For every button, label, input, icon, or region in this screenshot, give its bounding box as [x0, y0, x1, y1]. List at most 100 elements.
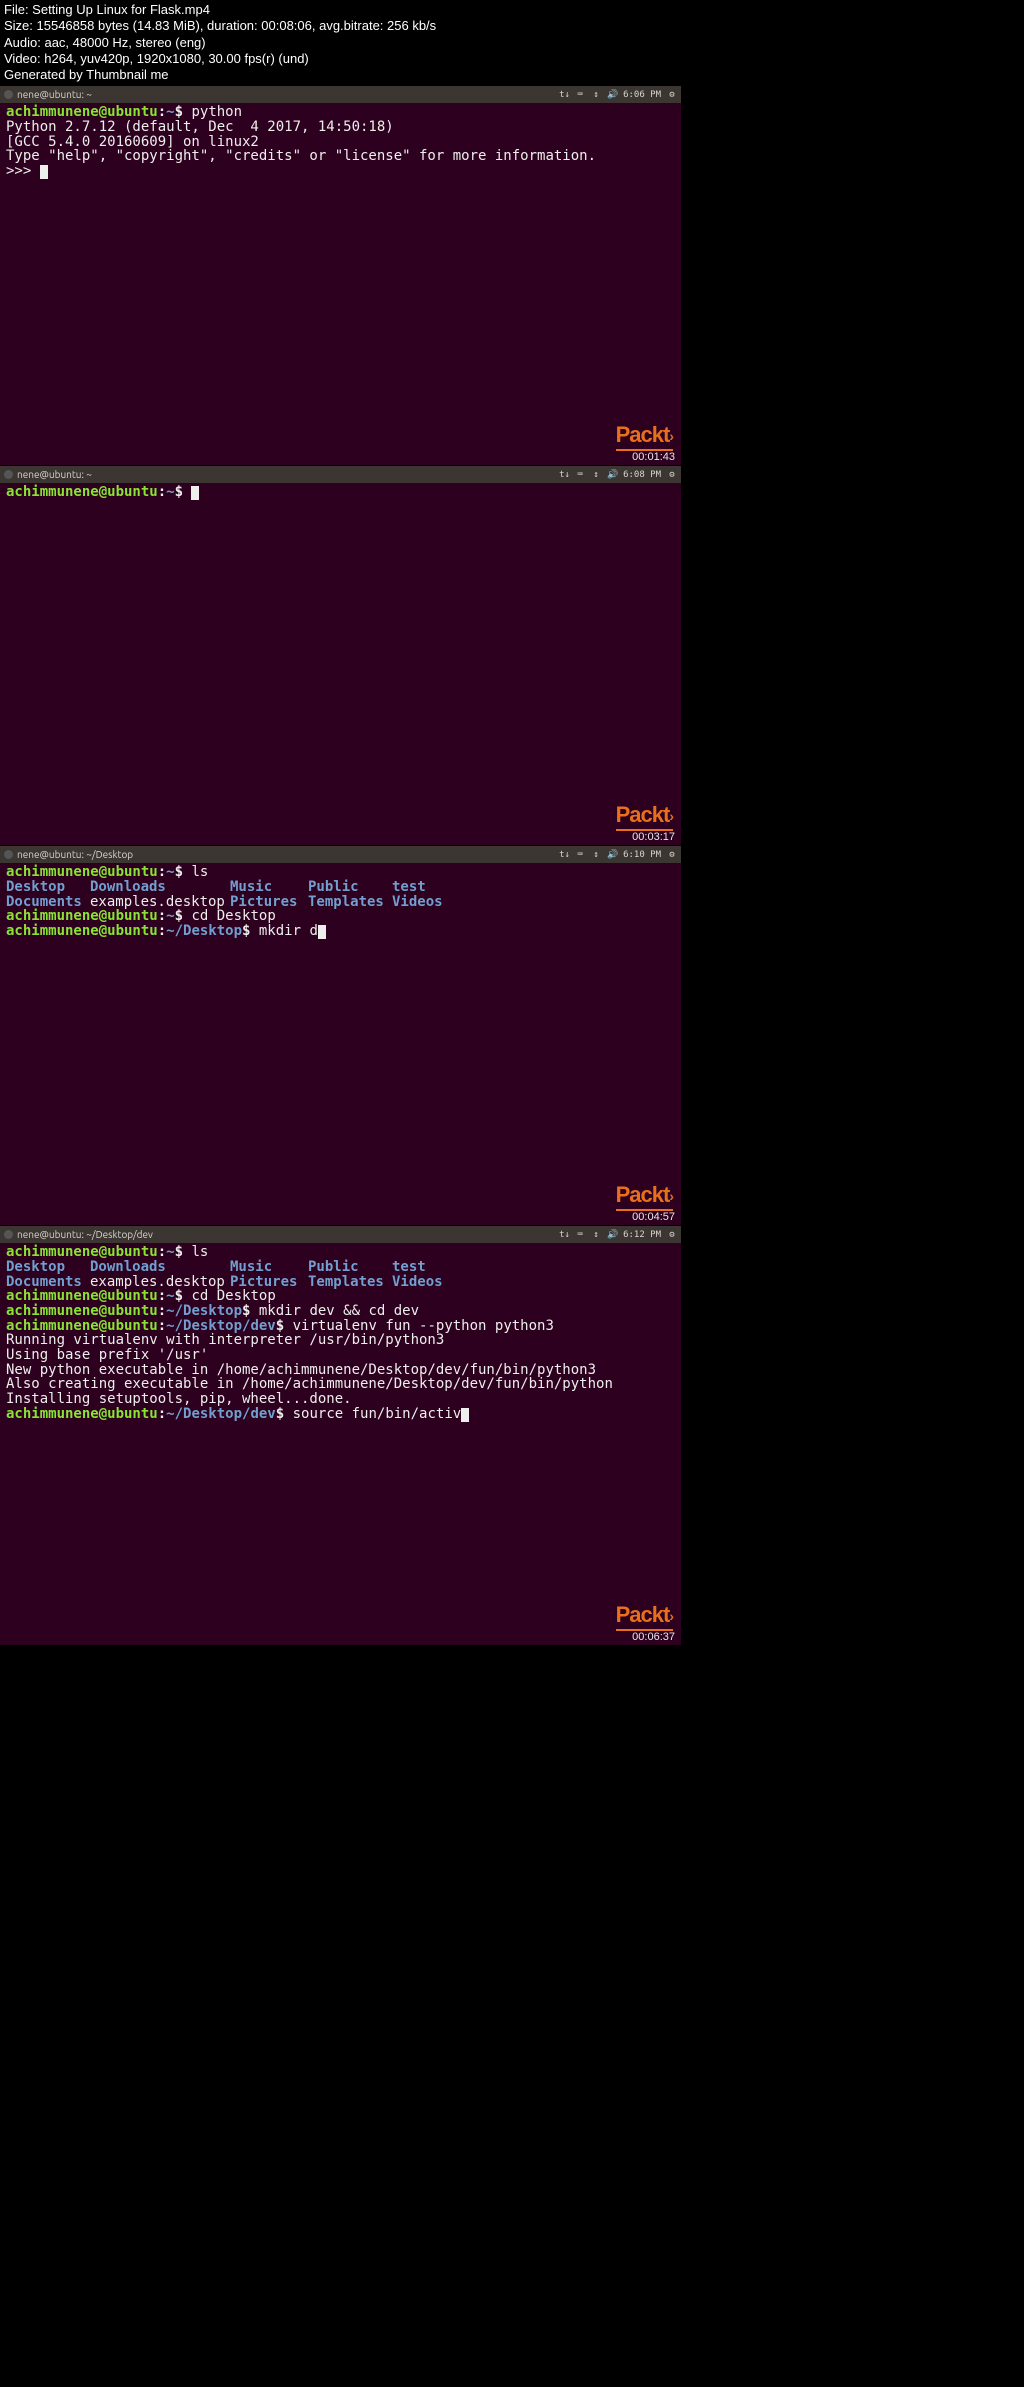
chevron-right-icon: ›	[669, 808, 673, 824]
terminal-output[interactable]: achimmunene@ubuntu:~$	[0, 483, 681, 502]
command-virtualenv: virtualenv fun --python python3	[284, 1318, 554, 1334]
lang-indicator-icon[interactable]: t↓	[559, 470, 569, 480]
prompt-user: achimmunene@ubuntu	[6, 104, 158, 120]
venv-baseprefix-line: Using base prefix '/usr'	[6, 1347, 208, 1363]
window-control-icon[interactable]	[4, 1230, 13, 1239]
ls-dir: Desktop	[6, 880, 90, 895]
network-icon[interactable]: ↕	[591, 850, 601, 860]
window-control-icon[interactable]	[4, 470, 13, 479]
ls-dir: Pictures	[230, 1275, 308, 1290]
sound-icon[interactable]: 🔊	[607, 470, 617, 480]
clock[interactable]: 6:08 PM	[623, 470, 661, 480]
cursor-icon	[318, 925, 326, 939]
keyboard-icon[interactable]: ⌨	[575, 1230, 585, 1240]
meta-video-line: Video: h264, yuv420p, 1920x1080, 30.00 f…	[4, 51, 1020, 67]
titlebar: nene@ubuntu: ~/Desktop t↓ ⌨ ↕ 🔊 6:10 PM …	[0, 846, 681, 863]
ls-dir: Pictures	[230, 895, 308, 910]
prompt-sep: :	[158, 104, 166, 120]
titlebar: nene@ubuntu: ~ t↓ ⌨ ↕ 🔊 6:08 PM ⚙	[0, 466, 681, 483]
command	[183, 484, 191, 500]
prompt-sep: :	[158, 484, 166, 500]
terminal-panel-3: nene@ubuntu: ~/Desktop t↓ ⌨ ↕ 🔊 6:10 PM …	[0, 845, 681, 1225]
command: python	[183, 104, 242, 120]
ls-dir: Public	[308, 1260, 392, 1275]
titlebar: nene@ubuntu: ~ t↓ ⌨ ↕ 🔊 6:06 PM ⚙	[0, 86, 681, 103]
timestamp: 00:04:57	[632, 1211, 675, 1223]
cursor-icon	[461, 1408, 469, 1422]
prompt-user: achimmunene@ubuntu	[6, 864, 158, 880]
prompt-dollar: $	[175, 484, 183, 500]
file-metadata: File: Setting Up Linux for Flask.mp4 Siz…	[0, 0, 1024, 85]
keyboard-icon[interactable]: ⌨	[575, 470, 585, 480]
chevron-right-icon: ›	[669, 428, 673, 444]
lang-indicator-icon[interactable]: t↓	[559, 90, 569, 100]
ls-dir: Documents	[6, 1275, 90, 1290]
ls-dir: Templates	[308, 1275, 392, 1290]
system-tray: t↓ ⌨ ↕ 🔊 6:10 PM ⚙	[559, 850, 677, 860]
lang-indicator-icon[interactable]: t↓	[559, 1230, 569, 1240]
meta-size-line: Size: 15546858 bytes (14.83 MiB), durati…	[4, 18, 1020, 34]
meta-generated-line: Generated by Thumbnail me	[4, 67, 1020, 83]
timestamp: 00:01:43	[632, 451, 675, 463]
terminal-output[interactable]: achimmunene@ubuntu:~$ ls DesktopDownload…	[0, 863, 681, 941]
packt-logo: Packt›	[616, 422, 673, 451]
prompt-path: ~	[166, 104, 174, 120]
window-title: nene@ubuntu: ~	[17, 469, 92, 480]
venv-install-line: Installing setuptools, pip, wheel...done…	[6, 1391, 352, 1407]
ls-dir: Downloads	[90, 880, 230, 895]
timestamp: 00:03:17	[632, 831, 675, 843]
window-control-icon[interactable]	[4, 850, 13, 859]
prompt-path: ~/Desktop	[166, 923, 242, 939]
clock[interactable]: 6:12 PM	[623, 1230, 661, 1240]
gear-icon[interactable]: ⚙	[667, 90, 677, 100]
ls-dir: Documents	[6, 895, 90, 910]
gear-icon[interactable]: ⚙	[667, 470, 677, 480]
command-ls: ls	[183, 864, 208, 880]
command-ls: ls	[183, 1244, 208, 1260]
cursor-icon	[191, 486, 199, 500]
chevron-right-icon: ›	[669, 1608, 673, 1624]
terminal-panel-2: nene@ubuntu: ~ t↓ ⌨ ↕ 🔊 6:08 PM ⚙ achimm…	[0, 465, 681, 845]
keyboard-icon[interactable]: ⌨	[575, 850, 585, 860]
venv-newexec-line: New python executable in /home/achimmune…	[6, 1362, 596, 1378]
terminal-output[interactable]: achimmunene@ubuntu:~$ ls DesktopDownload…	[0, 1243, 681, 1424]
sound-icon[interactable]: 🔊	[607, 1230, 617, 1240]
gear-icon[interactable]: ⚙	[667, 850, 677, 860]
titlebar: nene@ubuntu: ~/Desktop/dev t↓ ⌨ ↕ 🔊 6:12…	[0, 1226, 681, 1243]
chevron-right-icon: ›	[669, 1188, 673, 1204]
window-title: nene@ubuntu: ~/Desktop/dev	[17, 1229, 153, 1240]
venv-alsoexec-line: Also creating executable in /home/achimm…	[6, 1376, 613, 1392]
packt-logo: Packt›	[616, 1602, 673, 1631]
command-mkdir: mkdir d	[250, 923, 317, 939]
ls-file: examples.desktop	[90, 1275, 230, 1290]
window-control-icon[interactable]	[4, 90, 13, 99]
clock[interactable]: 6:10 PM	[623, 850, 661, 860]
network-icon[interactable]: ↕	[591, 1230, 601, 1240]
sound-icon[interactable]: 🔊	[607, 850, 617, 860]
help-line: Type "help", "copyright", "credits" or "…	[6, 148, 596, 164]
ls-dir: test	[392, 880, 452, 895]
network-icon[interactable]: ↕	[591, 470, 601, 480]
ls-dir: Templates	[308, 895, 392, 910]
ls-dir: Downloads	[90, 1260, 230, 1275]
packt-logo: Packt›	[616, 802, 673, 831]
ls-dir: Videos	[392, 1275, 452, 1290]
clock[interactable]: 6:06 PM	[623, 90, 661, 100]
cursor-icon	[40, 165, 48, 179]
system-tray: t↓ ⌨ ↕ 🔊 6:06 PM ⚙	[559, 90, 677, 100]
ls-dir: test	[392, 1260, 452, 1275]
lang-indicator-icon[interactable]: t↓	[559, 850, 569, 860]
keyboard-icon[interactable]: ⌨	[575, 90, 585, 100]
command-source: source fun/bin/activ	[284, 1406, 461, 1422]
ls-dir: Music	[230, 1260, 308, 1275]
prompt-path: ~	[166, 864, 174, 880]
network-icon[interactable]: ↕	[591, 90, 601, 100]
prompt-user: achimmunene@ubuntu	[6, 484, 158, 500]
meta-file-line: File: Setting Up Linux for Flask.mp4	[4, 2, 1020, 18]
terminal-output[interactable]: achimmunene@ubuntu:~$ python Python 2.7.…	[0, 103, 681, 181]
ls-file: examples.desktop	[90, 895, 230, 910]
window-title: nene@ubuntu: ~/Desktop	[17, 849, 133, 860]
gear-icon[interactable]: ⚙	[667, 1230, 677, 1240]
command-mkdir-cd: mkdir dev && cd dev	[250, 1303, 419, 1319]
sound-icon[interactable]: 🔊	[607, 90, 617, 100]
